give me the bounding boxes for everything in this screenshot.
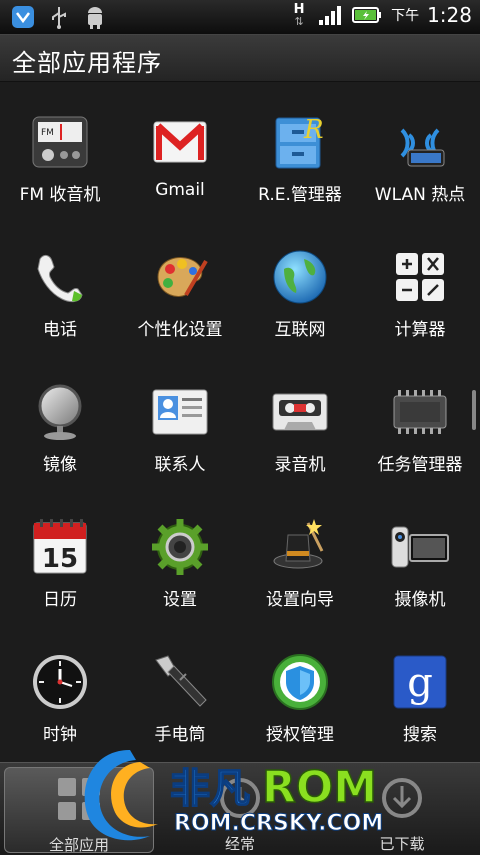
google-search-icon: g — [390, 652, 450, 712]
calculator-icon — [390, 247, 450, 307]
app-label: 镜像 — [43, 455, 77, 475]
usb-icon — [46, 4, 72, 30]
app-mirror[interactable]: 镜像 — [0, 370, 120, 490]
app-label: 个性化设置 — [137, 320, 223, 340]
magic-hat-icon — [270, 517, 330, 577]
app-calculator[interactable]: 计算器 — [360, 235, 480, 355]
app-wlan-hotspot[interactable]: WLAN 热点 — [360, 100, 480, 220]
app-calendar[interactable]: 15 日历 — [0, 505, 120, 625]
app-label: 摄像机 — [394, 590, 446, 610]
app-label: 任务管理器 — [377, 455, 463, 475]
file-manager-icon: R — [270, 112, 330, 172]
page-title: 全部应用程序 — [12, 49, 162, 77]
cassette-icon — [270, 382, 330, 442]
radio-icon: FM — [30, 112, 90, 172]
app-label: 设置向导 — [266, 590, 334, 610]
app-label: 互联网 — [274, 320, 326, 340]
watermark-brand-cn: 非凡 — [170, 766, 250, 812]
shield-check-icon — [270, 652, 330, 712]
app-label: 计算器 — [394, 320, 446, 340]
app-label: 设置 — [163, 590, 197, 610]
app-re-manager[interactable]: R R.E.管理器 — [240, 100, 360, 220]
clock-icon — [30, 652, 90, 712]
camcorder-icon — [390, 517, 450, 577]
app-gmail[interactable]: Gmail — [120, 100, 240, 220]
shield-icon — [10, 4, 36, 30]
svg-text:R: R — [303, 115, 324, 145]
android-debug-icon — [82, 4, 108, 30]
wifi-hotspot-icon — [390, 112, 450, 172]
calendar-day: 15 — [42, 544, 78, 574]
app-label: 联系人 — [154, 455, 206, 475]
svg-text:FM: FM — [41, 128, 54, 138]
calendar-icon: 15 — [30, 517, 90, 577]
time-ampm: 下午 — [391, 8, 420, 24]
signal-icon — [317, 2, 343, 28]
battery-icon — [351, 2, 383, 28]
app-fm-radio[interactable]: FM FM 收音机 — [0, 100, 120, 220]
app-label: FM 收音机 — [19, 185, 101, 205]
search-glyph: g — [407, 660, 433, 706]
app-label: WLAN 热点 — [374, 185, 466, 205]
watermark-logo: 非凡 ROM ROM.CRSKY.COM — [70, 740, 420, 850]
app-task-manager[interactable]: 任务管理器 — [360, 370, 480, 490]
scrollbar[interactable] — [472, 390, 476, 430]
app-label: 电话 — [43, 320, 77, 340]
palette-icon — [150, 247, 210, 307]
watermark-url: ROM.CRSKY.COM — [174, 811, 383, 836]
app-label: Gmail — [155, 180, 205, 200]
app-setup-wizard[interactable]: 设置向导 — [240, 505, 360, 625]
app-internet[interactable]: 互联网 — [240, 235, 360, 355]
app-label: 日历 — [43, 590, 77, 610]
app-label: 录音机 — [274, 455, 326, 475]
clock-time: 1:28 — [427, 3, 472, 27]
app-phone[interactable]: 电话 — [0, 235, 120, 355]
app-contacts[interactable]: 联系人 — [120, 370, 240, 490]
app-grid: FM FM 收音机 Gmail R R.E.管理器 WLAN 热点 电话 个性化… — [0, 90, 480, 760]
mirror-icon — [30, 382, 90, 442]
app-settings[interactable]: 设置 — [120, 505, 240, 625]
flashlight-icon — [150, 652, 210, 712]
app-personalize[interactable]: 个性化设置 — [120, 235, 240, 355]
app-camcorder[interactable]: 摄像机 — [360, 505, 480, 625]
status-bar: H ⇅ 下午 1:28 — [0, 0, 480, 35]
network-arrows-icon: H ⇅ — [293, 2, 305, 28]
chip-icon — [390, 382, 450, 442]
contacts-icon — [150, 382, 210, 442]
watermark-brand-en: ROM — [262, 762, 377, 813]
phone-icon — [30, 247, 90, 307]
header: 全部应用程序 — [0, 35, 480, 82]
globe-icon — [270, 247, 330, 307]
app-label: R.E.管理器 — [258, 185, 342, 205]
gear-icon — [150, 517, 210, 577]
app-recorder[interactable]: 录音机 — [240, 370, 360, 490]
gmail-icon — [150, 112, 210, 172]
